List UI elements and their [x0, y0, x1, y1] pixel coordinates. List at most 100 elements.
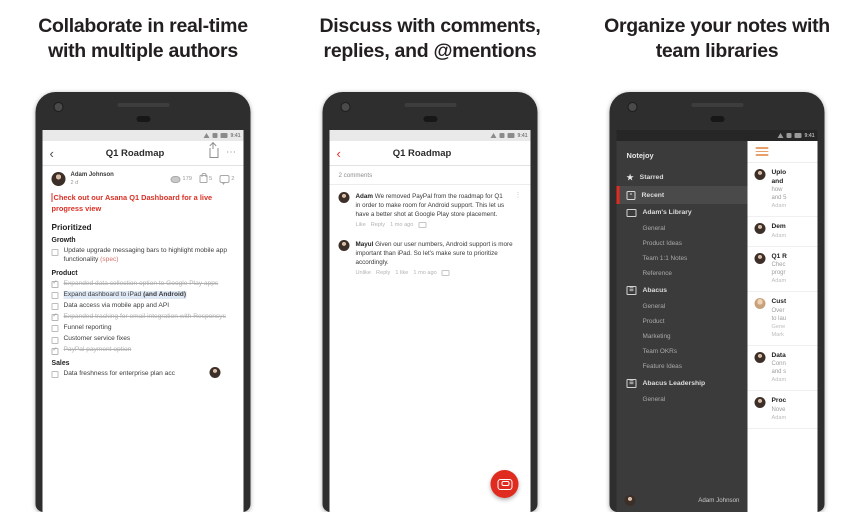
note-callout: Check out our Asana Q1 Dashboard for a l…: [51, 193, 235, 214]
sidebar-subitem-general[interactable]: General: [617, 299, 748, 314]
overflow-menu-icon[interactable]: ⋯: [226, 148, 237, 158]
checkbox-icon[interactable]: [51, 303, 59, 311]
note-item-body: Uplo and how and 5 Adam: [772, 169, 818, 210]
group-heading-product: Product: [51, 269, 78, 277]
wifi-icon: [786, 133, 792, 138]
camera-icon: [627, 102, 638, 112]
battery-icon: [794, 133, 802, 138]
note-list-toolbar: [747, 141, 818, 163]
speaker-grille: [691, 103, 743, 107]
note-callout-text: Check out our Asana Q1 Dashboard for a l…: [51, 193, 213, 213]
panel-2-headline: Discuss with comments, replies, and @men…: [287, 14, 573, 64]
avatar: [338, 192, 350, 203]
list-item[interactable]: Dem Adam: [747, 217, 818, 247]
likes-stat[interactable]: 5: [199, 173, 213, 184]
like-count: 1 like: [395, 269, 409, 276]
todo-item[interactable]: Funnel reporting: [51, 324, 235, 333]
author-timestamp: 2 d: [70, 179, 79, 186]
comment-item: Adam We removed PayPal from the roadmap …: [330, 185, 531, 233]
comment-icon: [418, 221, 427, 228]
sidebar-subitem-product-ideas[interactable]: Product Ideas: [617, 236, 748, 251]
checkbox-icon[interactable]: [51, 371, 59, 379]
sidebar-subitem-marketing[interactable]: Marketing: [617, 329, 748, 344]
new-comment-fab[interactable]: [490, 470, 519, 498]
comments-count: 2 comments: [329, 166, 531, 185]
checkbox-icon[interactable]: [51, 336, 59, 344]
back-icon[interactable]: ‹: [50, 147, 64, 160]
comment-timestamp: 1 mo ago: [413, 269, 437, 276]
todo-item[interactable]: Data access via mobile app and API: [51, 302, 235, 311]
sidebar-item-starred[interactable]: ★ Starred: [617, 169, 748, 186]
reply-action[interactable]: Reply: [376, 270, 390, 276]
unlike-action[interactable]: Unlike: [356, 270, 372, 276]
back-icon[interactable]: ‹: [337, 147, 351, 160]
like-action[interactable]: Like: [356, 222, 366, 228]
comment-overflow-icon[interactable]: ⋮: [515, 192, 522, 228]
comments-app-bar: ‹ Q1 Roadmap: [329, 141, 531, 166]
comment-body: Mayul Given our user numbers, Android su…: [356, 240, 522, 276]
sidebar-subitem-reference[interactable]: Reference: [617, 266, 748, 281]
reply-action[interactable]: Reply: [371, 222, 385, 228]
note-item-snippet-2: and 5: [771, 195, 787, 201]
note-body: Adam Johnson 2 d 179 5 2 Check out our A…: [43, 166, 244, 379]
checkbox-icon[interactable]: [51, 325, 59, 333]
views-stat: 179: [170, 175, 192, 183]
comment-body: Adam We removed PayPal from the roadmap …: [356, 192, 509, 228]
note-item-title: Uplo: [771, 169, 787, 176]
todo-item[interactable]: Expanded tracking for email integration …: [51, 312, 235, 322]
note-item-snippet-2: to lau: [771, 315, 787, 322]
checkbox-icon[interactable]: [51, 292, 59, 300]
signal-icon: [203, 133, 210, 138]
sidebar-subitem-general[interactable]: General: [617, 221, 748, 236]
sidebar-item-label: Adam's Library: [642, 209, 692, 216]
sidebar-item-recent[interactable]: Recent: [616, 186, 748, 204]
status-time: 9:41: [804, 132, 815, 139]
todo-tag[interactable]: (spec): [100, 256, 118, 263]
todo-bold-tail: (and Android): [143, 290, 187, 298]
sidebar-subitem-general[interactable]: General: [617, 392, 748, 407]
todo-text: Expand dashboard to iPad (and Android): [63, 290, 187, 300]
note-item-body: Q1 R Chec progr Adam: [772, 253, 818, 286]
todo-item[interactable]: PayPal payment option: [51, 346, 235, 355]
list-item[interactable]: Proc Nove Adam: [747, 391, 818, 429]
todo-item[interactable]: Expanded data collection option to Googl…: [51, 279, 235, 289]
checkbox-icon[interactable]: [51, 248, 59, 256]
list-item[interactable]: Q1 R Chec progr Adam: [747, 247, 818, 292]
sidebar-subitem-product[interactable]: Product: [617, 314, 748, 329]
team-icon: ☰: [626, 378, 637, 388]
list-item[interactable]: Cust Over to lau Gene Mark: [747, 292, 818, 346]
sidebar-item-abacus-leadership[interactable]: ☰ Abacus Leadership: [617, 374, 748, 392]
likes-count: 5: [209, 176, 213, 183]
note-item-body: Cust Over to lau Gene Mark: [772, 298, 818, 339]
list-item[interactable]: Uplo and how and 5 Adam: [747, 163, 818, 217]
todo-item[interactable]: Data freshness for enterprise plan acc: [51, 367, 235, 379]
note-item-snippet-2: progr: [771, 270, 786, 276]
checkbox-icon[interactable]: [51, 312, 59, 322]
sidebar-subitem-feature-ideas[interactable]: Feature Ideas: [617, 359, 748, 374]
sidebar-user-footer[interactable]: Adam Johnson: [617, 489, 748, 512]
headline-line-2: team libraries: [655, 40, 779, 62]
note-item-snippet: Chec: [771, 262, 786, 268]
sidebar-item-adams-library[interactable]: Adam's Library: [617, 204, 748, 221]
sidebar-subitem-team-notes[interactable]: Team 1:1 Notes: [617, 251, 748, 266]
group-heading-sales: Sales: [51, 359, 70, 367]
comments-stat[interactable]: 2: [219, 175, 235, 186]
checkbox-icon[interactable]: [51, 346, 59, 355]
todo-item[interactable]: Expand dashboard to iPad (and Android): [51, 290, 235, 300]
sidebar-subitem-team-okrs[interactable]: Team OKRs: [617, 344, 748, 359]
todo-item[interactable]: Customer service fixes: [51, 335, 235, 344]
note-item-body: Dem Adam: [772, 223, 818, 240]
list-item[interactable]: Data Conn and s Adam: [747, 346, 818, 391]
checkbox-icon[interactable]: [51, 279, 59, 289]
comment-author[interactable]: Mayul: [356, 241, 374, 248]
sidebar-item-abacus[interactable]: ☰ Abacus: [617, 281, 748, 299]
hamburger-menu-icon[interactable]: [755, 147, 769, 156]
headline-line-1: Organize your notes with: [604, 15, 830, 37]
note-item-meta: Adam: [771, 278, 787, 284]
author-name: Adam Johnson: [70, 172, 114, 178]
headline-line-2: with multiple authors: [48, 40, 238, 62]
comment-author[interactable]: Adam: [356, 193, 374, 200]
todo-text[interactable]: PayPal payment option: [64, 346, 132, 355]
share-icon[interactable]: [209, 143, 218, 158]
todo-item[interactable]: Update upgrade messaging bars to highlig…: [51, 247, 235, 264]
